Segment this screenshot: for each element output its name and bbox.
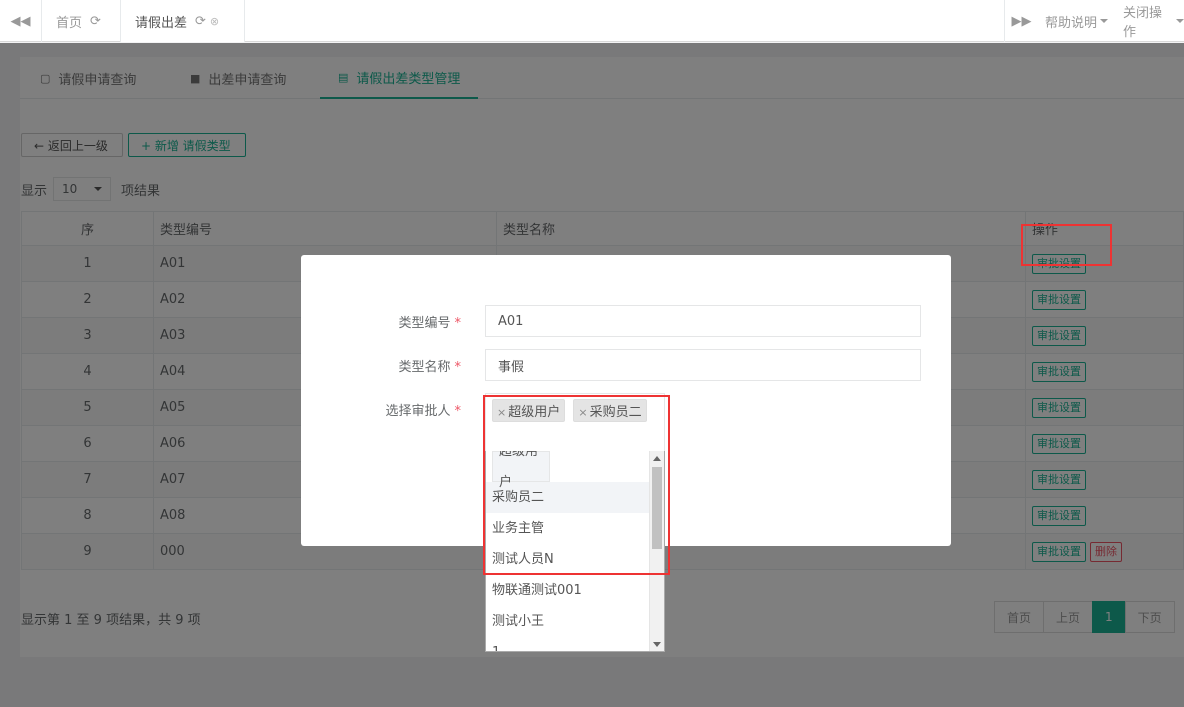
option-item[interactable]: 1: [486, 637, 664, 651]
tab-leave-trip[interactable]: 请假出差 ⟳ ⊗: [121, 0, 245, 42]
code-label-text: 类型编号: [398, 316, 451, 331]
refresh-icon[interactable]: ⟳: [195, 14, 206, 29]
highlight-box: [1021, 224, 1112, 266]
name-label: 类型名称 *: [361, 356, 461, 375]
required-asterisk: *: [454, 404, 462, 419]
double-left-icon: ◀◀: [10, 13, 31, 29]
highlight-box: [483, 395, 670, 575]
caret-down-icon: [1100, 19, 1109, 23]
code-input[interactable]: A01: [485, 305, 921, 337]
code-label: 类型编号 *: [361, 312, 461, 331]
help-menu[interactable]: 帮助说明: [1045, 0, 1109, 42]
caret-down-icon: [1176, 19, 1184, 23]
close-menu-label: 关闭操作: [1123, 6, 1163, 40]
name-input[interactable]: 事假: [485, 349, 921, 381]
help-menu-label: 帮助说明: [1045, 15, 1098, 31]
scroll-left-button[interactable]: ◀◀: [0, 0, 42, 42]
close-operations-menu[interactable]: 关闭操作: [1123, 0, 1184, 42]
top-tab-bar: ◀◀ 首页 ⟳ 请假出差 ⟳ ⊗ ▶▶ 帮助说明 关闭操作: [0, 0, 1184, 42]
scroll-right-button[interactable]: ▶▶: [1004, 0, 1038, 42]
close-icon[interactable]: ⊗: [210, 15, 219, 28]
approver-label-text: 选择审批人: [385, 404, 451, 419]
double-right-icon: ▶▶: [1011, 13, 1032, 29]
refresh-icon[interactable]: ⟳: [90, 14, 101, 29]
required-asterisk: *: [454, 316, 462, 331]
option-item[interactable]: 测试小王: [486, 606, 664, 637]
tab-home[interactable]: 首页 ⟳: [42, 0, 121, 42]
option-item[interactable]: 物联通测试001: [486, 575, 664, 606]
name-label-text: 类型名称: [398, 360, 451, 375]
scroll-down-icon[interactable]: [653, 642, 661, 647]
tab-leave-trip-label: 请假出差: [135, 15, 188, 31]
tab-home-label: 首页: [56, 15, 83, 31]
approver-label: 选择审批人 *: [361, 400, 461, 419]
required-asterisk: *: [454, 360, 462, 375]
